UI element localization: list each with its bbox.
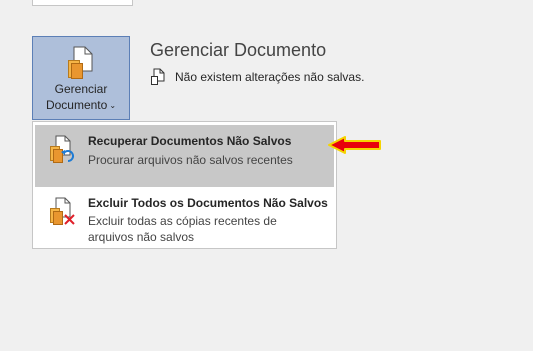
red-arrow-annotation-icon bbox=[327, 135, 383, 160]
status-message: Não existem alterações não salvas. bbox=[175, 70, 365, 84]
manage-document-dropdown: Recuperar Documentos Não Salvos Procurar… bbox=[32, 121, 337, 249]
menu-item-description: Procurar arquivos não salvos recentes bbox=[88, 153, 293, 167]
document-status: Não existem alterações não salvas. bbox=[150, 68, 364, 86]
previous-section-frame bbox=[32, 0, 133, 6]
menu-item-delete-all-unsaved[interactable]: Excluir Todos os Documentos Não Salvos E… bbox=[35, 188, 334, 246]
manage-button-label-text: Documento bbox=[45, 98, 108, 112]
recover-document-icon bbox=[48, 135, 76, 170]
chevron-down-icon: ⌄ bbox=[109, 101, 117, 110]
delete-document-icon bbox=[48, 197, 76, 232]
menu-item-title: Recuperar Documentos Não Salvos bbox=[88, 134, 292, 148]
manage-button-label-line2: Documento ⌄ bbox=[33, 98, 129, 113]
menu-item-recover-unsaved[interactable]: Recuperar Documentos Não Salvos Procurar… bbox=[35, 125, 334, 187]
menu-item-description: Excluir todas as cópias recentes de arqu… bbox=[88, 214, 277, 244]
manage-document-button[interactable]: Gerenciar Documento ⌄ bbox=[32, 36, 130, 120]
document-stack-icon bbox=[67, 46, 97, 85]
section-title: Gerenciar Documento bbox=[150, 40, 327, 60]
manage-button-label-line1: Gerenciar bbox=[54, 82, 108, 96]
document-status-icon bbox=[150, 68, 166, 86]
menu-item-title: Excluir Todos os Documentos Não Salvos bbox=[88, 196, 328, 210]
